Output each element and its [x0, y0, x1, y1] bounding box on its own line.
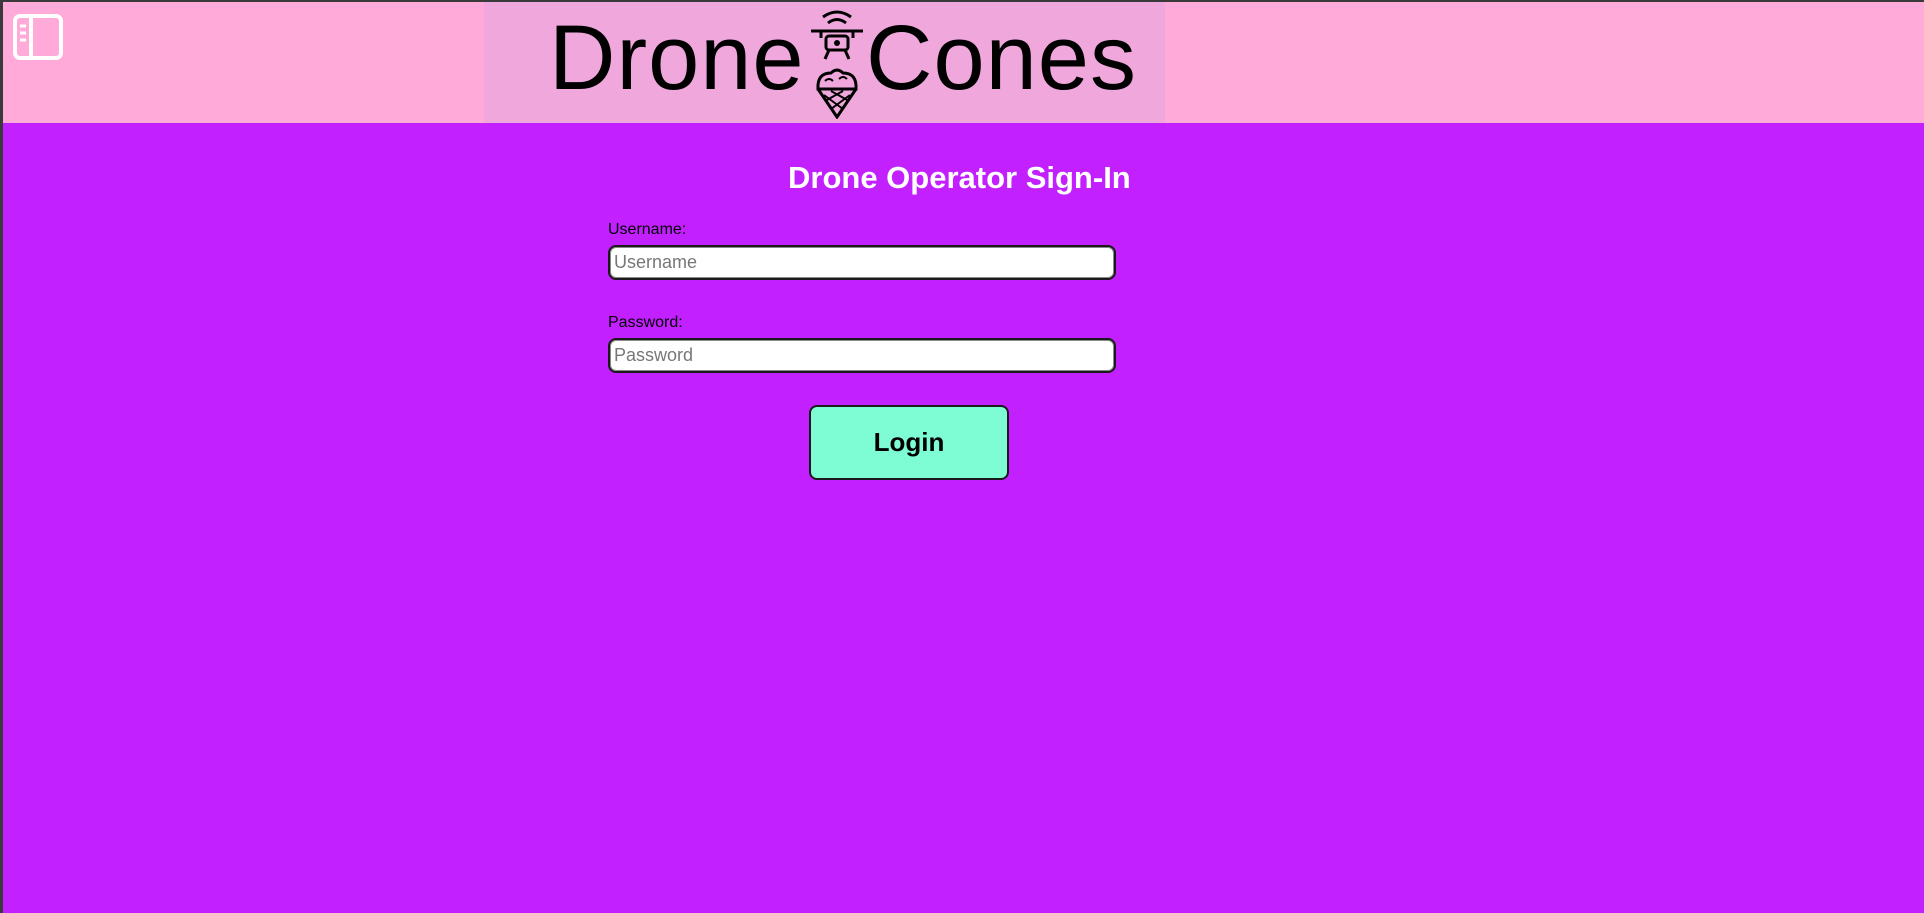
header-bar: Drone Cones: [3, 2, 1924, 123]
login-button[interactable]: Login: [809, 405, 1009, 480]
logo-text-cones: Cones: [866, 7, 1137, 109]
username-label: Username:: [608, 221, 687, 238]
sidebar-toggle-button[interactable]: [13, 14, 63, 60]
login-page: Drone Operator Sign-In Username: Passwor…: [3, 123, 1924, 913]
app-frame: Drone Cones Drone Operator Sign-In Usern…: [3, 2, 1924, 913]
page-title: Drone Operator Sign-In: [788, 160, 1131, 195]
site-logo[interactable]: Drone Cones: [484, 2, 1165, 123]
password-input[interactable]: [608, 338, 1116, 373]
drone-ice-cream-icon: [811, 10, 863, 119]
sidebar-panel-icon: [13, 14, 63, 60]
password-label: Password:: [608, 314, 683, 331]
logo-text-drone: Drone: [549, 7, 805, 109]
username-input[interactable]: [608, 245, 1116, 280]
